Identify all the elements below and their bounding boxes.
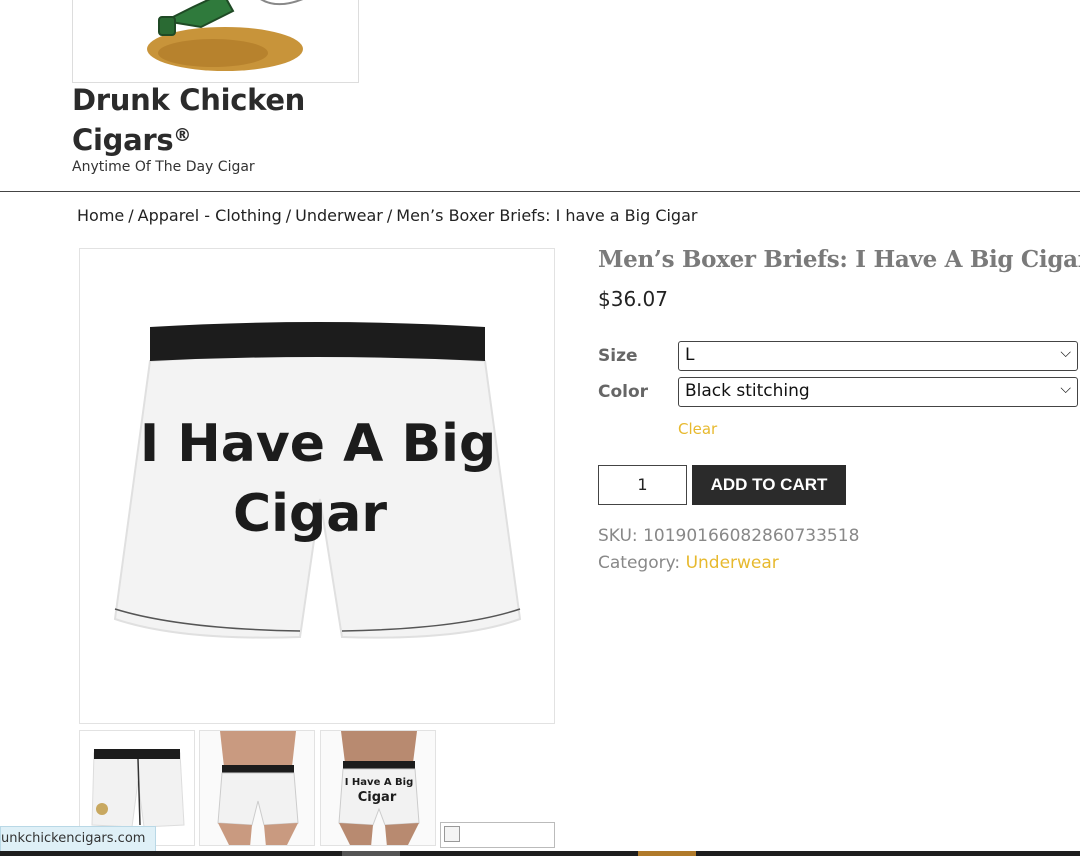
sku-label: SKU: <box>598 526 638 546</box>
category-link[interactable]: Underwear <box>686 553 779 573</box>
sku-value: 10190166082860733518 <box>643 526 860 546</box>
broken-image-icon <box>444 826 460 842</box>
product-thumbnail-2[interactable] <box>199 730 315 846</box>
site-title-line2: Cigars <box>72 123 174 157</box>
breadcrumb-home[interactable]: Home <box>77 206 124 225</box>
category-line: Category: Underwear <box>598 553 779 573</box>
color-selected-value: Black stitching <box>685 381 810 401</box>
clear-variations-link[interactable]: Clear <box>678 420 717 438</box>
thumbnail-slogan-line1: I Have A Big <box>345 777 414 788</box>
thumbnail-slogan-line2: Cigar <box>358 790 397 805</box>
site-title-line1: Drunk Chicken <box>72 83 306 117</box>
product-price: $36.07 <box>598 287 668 311</box>
quantity-input[interactable]: 1 <box>598 465 687 505</box>
breadcrumb: Home / Apparel - Clothing / Underwear / Men’s … <box>77 206 697 225</box>
bottom-bar-segment <box>638 851 696 856</box>
bottom-bar <box>0 851 1080 856</box>
chevron-down-icon: ⌵ <box>1060 381 1071 397</box>
site-logo[interactable] <box>72 0 359 83</box>
chevron-down-icon: ⌵ <box>1060 345 1071 361</box>
header-divider <box>0 191 1080 192</box>
thumbnail-model-back-image: I Have A Big Cigar <box>321 731 435 845</box>
product-main-image[interactable]: I Have A Big Cigar <box>79 248 555 724</box>
color-select[interactable]: Black stitching ⌵ <box>678 377 1078 407</box>
site-title[interactable]: Drunk Chicken Cigars® <box>72 82 372 158</box>
product-thumbnail-3[interactable]: I Have A Big Cigar <box>320 730 436 846</box>
image-slogan-line2: Cigar <box>233 484 387 544</box>
registered-mark: ® <box>173 125 192 146</box>
product-thumbnail-4[interactable] <box>440 822 555 848</box>
breadcrumb-separator: / <box>128 206 134 225</box>
bottom-bar-segment <box>342 851 400 856</box>
add-to-cart-button[interactable]: ADD TO CART <box>692 465 846 505</box>
breadcrumb-underwear[interactable]: Underwear <box>295 206 383 225</box>
logo-bottle-spill-icon <box>147 0 304 71</box>
category-label: Category: <box>598 553 681 573</box>
breadcrumb-separator: / <box>285 206 292 225</box>
color-label: Color <box>598 382 649 402</box>
browser-status-url: unkchickencigars.com <box>0 826 157 852</box>
size-label: Size <box>598 346 638 366</box>
breadcrumb-separator: / <box>386 206 393 225</box>
sku-line: SKU: 10190166082860733518 <box>598 526 859 546</box>
product-title: Men’s Boxer Briefs: I Have A Big Cigar <box>598 246 1080 273</box>
breadcrumb-current: Men’s Boxer Briefs: I have a Big Cigar <box>396 206 698 225</box>
size-select[interactable]: L ⌵ <box>678 341 1078 371</box>
boxer-briefs-image: I Have A Big Cigar <box>113 322 522 639</box>
thumbnail-model-front-image <box>200 731 314 845</box>
site-tagline: Anytime Of The Day Cigar <box>72 159 255 175</box>
image-slogan-line1: I Have A Big <box>140 414 496 474</box>
size-selected-value: L <box>685 345 695 365</box>
breadcrumb-apparel-clothing[interactable]: Apparel - Clothing <box>138 206 282 225</box>
